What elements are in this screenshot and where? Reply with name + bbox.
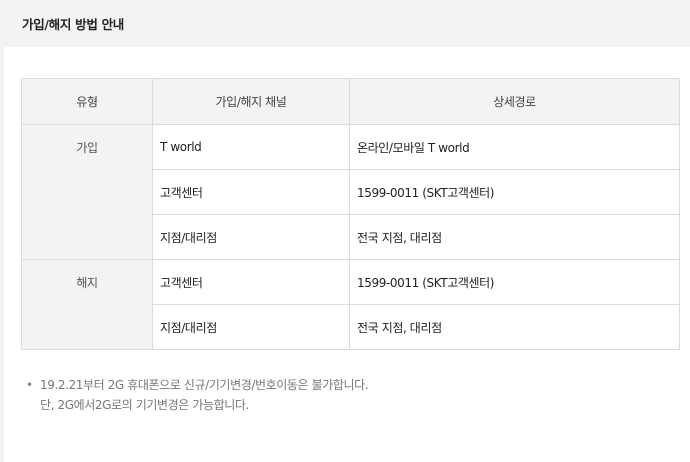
channel-cell: T world [152,124,350,170]
notice-list: • 19.2.21부터 2G 휴대폰으로 신규/기기변경/번호이동은 불가합니다… [24,375,369,415]
detail-cell: 전국 지점, 대리점 [349,304,680,350]
column-header-channel: 가입/해지 채널 [152,78,350,125]
content-panel: 유형 가입/해지 채널 상세경로 가입 T world 온라인/모바일 T wo… [4,47,690,462]
row-type-join: 가입 [21,124,153,260]
channel-cell: 고객센터 [152,259,350,305]
table-header-row: 유형 가입/해지 채널 상세경로 [21,78,680,125]
detail-cell: 전국 지점, 대리점 [349,214,680,260]
detail-cell: 1599-0011 (SKT고객센터) [349,169,680,215]
row-type-cancel: 해지 [21,259,153,350]
channel-cell: 지점/대리점 [152,214,350,260]
bullet-icon: • [26,378,33,392]
channel-cell: 지점/대리점 [152,304,350,350]
notice-item: • 19.2.21부터 2G 휴대폰으로 신규/기기변경/번호이동은 불가합니다… [24,375,369,415]
notice-line: 19.2.21부터 2G 휴대폰으로 신규/기기변경/번호이동은 불가합니다. [40,378,369,392]
column-header-detail: 상세경로 [349,78,680,125]
detail-cell: 온라인/모바일 T world [349,124,680,170]
detail-cell: 1599-0011 (SKT고객센터) [349,259,680,305]
table-row: 해지 고객센터 1599-0011 (SKT고객센터) [21,259,680,350]
table-row: 가입 T world 온라인/모바일 T world [21,124,680,260]
column-header-type: 유형 [21,78,153,125]
section-title: 가입/해지 방법 안내 [22,17,124,32]
channel-cell: 고객센터 [152,169,350,215]
notice-line: 단, 2G에서2G로의 기기변경은 가능합니다. [40,398,249,412]
join-cancel-table: 유형 가입/해지 채널 상세경로 가입 T world 온라인/모바일 T wo… [21,78,680,350]
section-header: 가입/해지 방법 안내 [4,0,690,47]
